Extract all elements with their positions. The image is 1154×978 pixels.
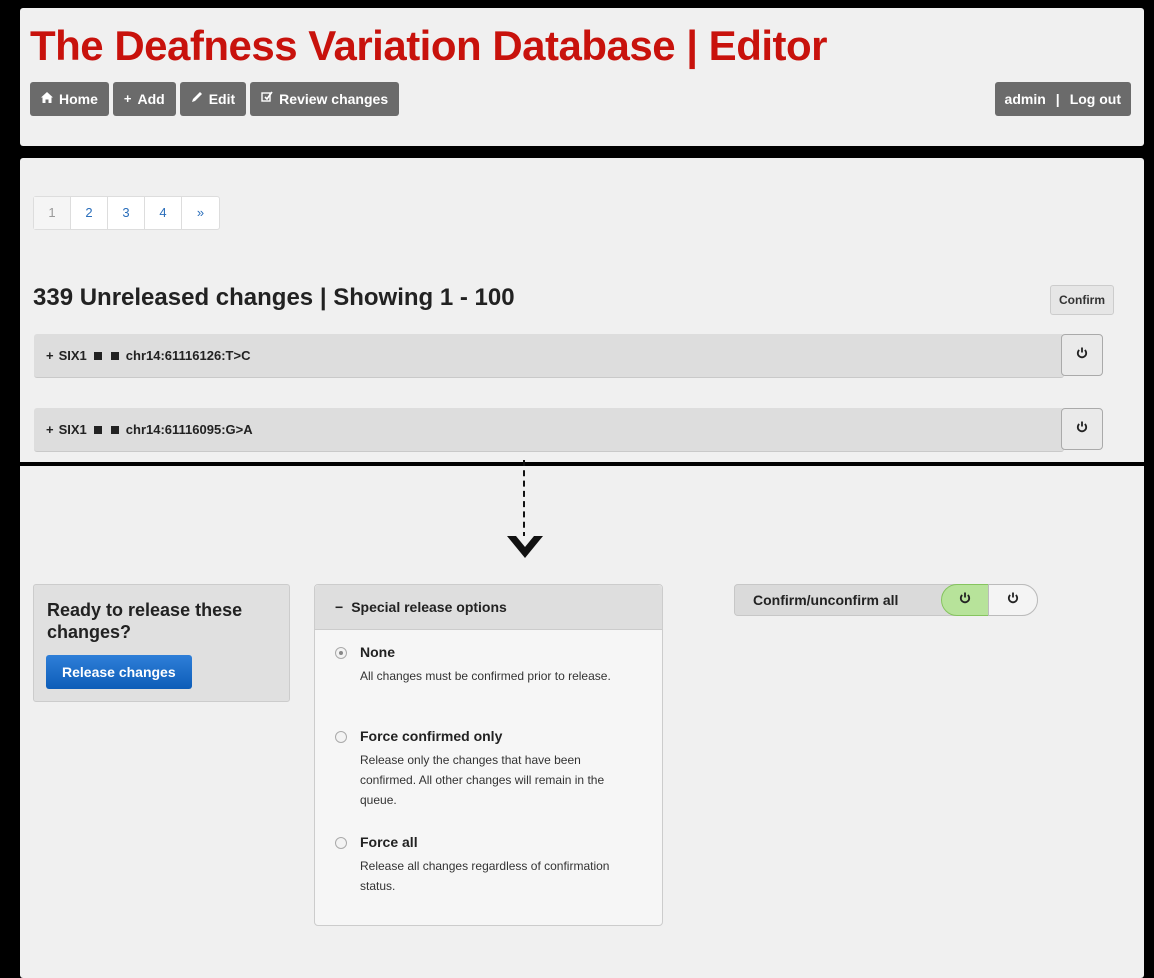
option-label: None [360, 644, 395, 660]
option-desc: All changes must be confirmed prior to r… [360, 669, 611, 683]
changes-heading: 339 Unreleased changes | Showing 1 - 100 [33, 284, 515, 311]
arrow-notch [516, 536, 534, 547]
confirm-toggle-button[interactable] [1061, 408, 1103, 450]
special-release-options: − Special release options None All chang… [314, 584, 663, 926]
change-row[interactable]: + SIX1 chr14:61116095:G>A [34, 408, 1064, 452]
release-panel: Ready to release these changes? Release … [33, 584, 290, 702]
page-next[interactable]: » [182, 197, 219, 229]
pencil-icon [191, 82, 203, 116]
power-icon [1076, 420, 1088, 438]
nav-add-button[interactable]: + Add [112, 82, 176, 116]
confirm-all-on-button[interactable] [941, 584, 989, 616]
logout-link[interactable]: Log out [1070, 82, 1121, 116]
page-3[interactable]: 3 [108, 197, 145, 229]
nav-review-button[interactable]: Review changes [250, 82, 400, 116]
option-desc: Release all changes regardless of confir… [360, 859, 610, 893]
nav-edit-label: Edit [208, 91, 236, 107]
page-2[interactable]: 2 [71, 197, 108, 229]
plus-icon: + [123, 91, 132, 106]
page-title: The Deafness Variation Database | Editor [30, 22, 828, 69]
user-separator: | [1055, 91, 1060, 107]
expand-icon: + [46, 422, 54, 437]
radio-force-confirmed[interactable] [335, 731, 347, 743]
main-nav: Home + Add Edit Review changes [30, 82, 403, 116]
options-header[interactable]: − Special release options [315, 585, 662, 630]
change-row[interactable]: + SIX1 chr14:61116126:T>C [34, 334, 1064, 378]
square-icon [110, 351, 119, 360]
page-1[interactable]: 1 [34, 197, 71, 229]
app-header: The Deafness Variation Database | Editor… [20, 8, 1144, 146]
change-variant: chr14:61116126:T>C [125, 348, 251, 363]
square-icon [110, 425, 119, 434]
confirm-all-group: Confirm/unconfirm all [734, 584, 1038, 616]
home-icon [41, 82, 53, 116]
nav-home-label: Home [59, 91, 98, 107]
square-icon [93, 351, 102, 360]
radio-none[interactable] [335, 647, 347, 659]
power-icon [959, 591, 971, 609]
option-label: Force confirmed only [360, 728, 503, 744]
release-question: Ready to release these changes? [47, 600, 243, 642]
edit-check-icon [261, 82, 273, 116]
change-variant: chr14:61116095:G>A [125, 422, 253, 437]
unconfirm-all-button[interactable] [988, 584, 1038, 616]
options-title: Special release options [351, 599, 507, 615]
option-label: Force all [360, 834, 418, 850]
option-desc: Release only the changes that have been … [360, 753, 605, 807]
username-link[interactable]: admin [1005, 82, 1046, 116]
radio-force-all[interactable] [335, 837, 347, 849]
pagination: 1 2 3 4 » [33, 196, 220, 230]
dashed-arrow-line [523, 460, 525, 538]
release-changes-button[interactable]: Release changes [46, 655, 192, 689]
nav-home-button[interactable]: Home [30, 82, 109, 116]
confirm-button[interactable]: Confirm [1050, 285, 1114, 315]
confirm-all-label: Confirm/unconfirm all [753, 592, 899, 608]
change-gene: SIX1 [58, 422, 87, 437]
nav-add-label: Add [137, 91, 165, 107]
nav-edit-button[interactable]: Edit [179, 82, 247, 116]
nav-review-label: Review changes [279, 91, 389, 107]
power-icon [1007, 591, 1019, 609]
collapse-icon: − [335, 599, 344, 615]
page-4[interactable]: 4 [145, 197, 182, 229]
user-menu: admin | Log out [994, 82, 1131, 116]
change-gene: SIX1 [58, 348, 87, 363]
expand-icon: + [46, 348, 54, 363]
power-icon [1076, 346, 1088, 364]
confirm-toggle-button[interactable] [1061, 334, 1103, 376]
square-icon [93, 425, 102, 434]
